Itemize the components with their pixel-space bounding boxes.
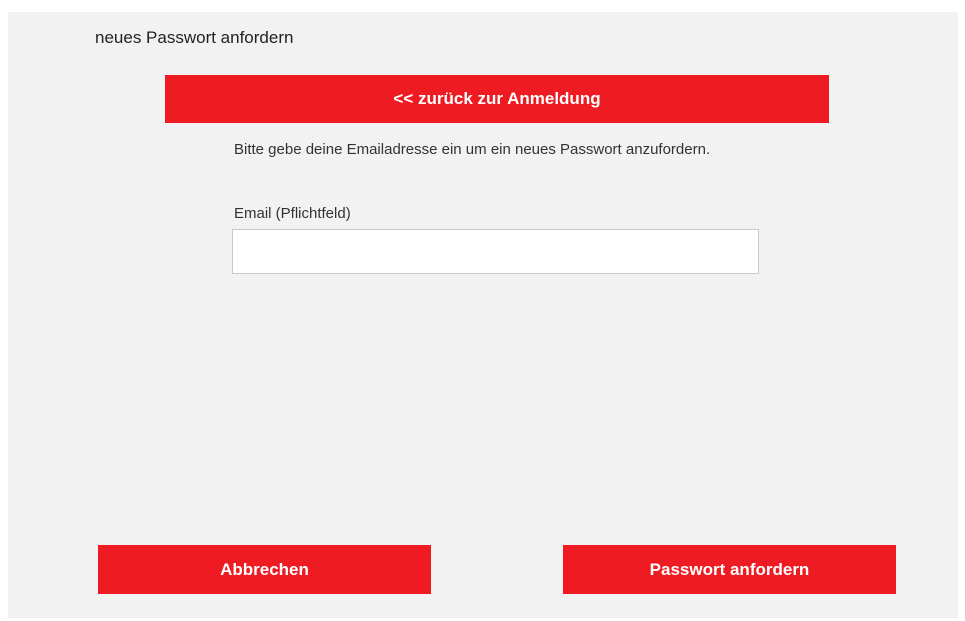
instruction-text: Bitte gebe deine Emailadresse ein um ein… [234,141,711,158]
back-to-login-button[interactable]: << zurück zur Anmeldung [165,75,829,123]
email-label: Email (Pflichtfeld) [234,205,351,222]
request-password-button[interactable]: Passwort anfordern [563,545,896,594]
dialog-title: neues Passwort anfordern [95,28,294,47]
password-reset-dialog: neues Passwort anfordern << zurück zur A… [8,12,958,618]
cancel-button[interactable]: Abbrechen [98,545,431,594]
email-field[interactable] [232,229,759,274]
